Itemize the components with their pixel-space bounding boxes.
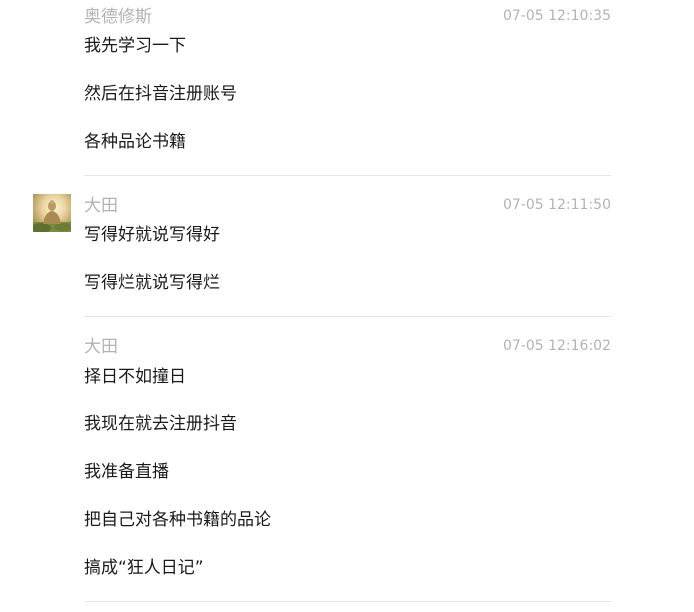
message-timestamp: 07-05 12:11:50 <box>502 197 611 213</box>
message-text: 我准备直播 <box>84 462 169 482</box>
message-text: 搞成“狂人日记” <box>84 558 204 578</box>
message-timestamp: 07-05 12:10:35 <box>502 8 611 24</box>
message-text: 各种品论书籍 <box>84 132 186 152</box>
message-text: 我先学习一下 <box>84 36 186 56</box>
sender-name[interactable]: 大田 <box>84 196 118 216</box>
buddha-statue-avatar[interactable] <box>33 194 71 232</box>
message-text: 写得烂就说写得烂 <box>84 273 220 293</box>
sender-name[interactable]: 奥德修斯 <box>84 7 152 27</box>
message-text: 择日不如撞日 <box>84 367 186 387</box>
message-text: 把自己对各种书籍的品论 <box>84 510 271 530</box>
avatar-image-icon <box>33 194 71 232</box>
message-divider <box>84 316 611 317</box>
message-text: 然后在抖音注册账号 <box>84 84 237 104</box>
sender-name[interactable]: 大田 <box>84 337 118 357</box>
message-divider <box>84 601 611 602</box>
message-timestamp: 07-05 12:16:02 <box>502 338 611 354</box>
message-text: 写得好就说写得好 <box>84 225 220 245</box>
message-divider <box>84 175 611 176</box>
message-text: 我现在就去注册抖音 <box>84 414 237 434</box>
